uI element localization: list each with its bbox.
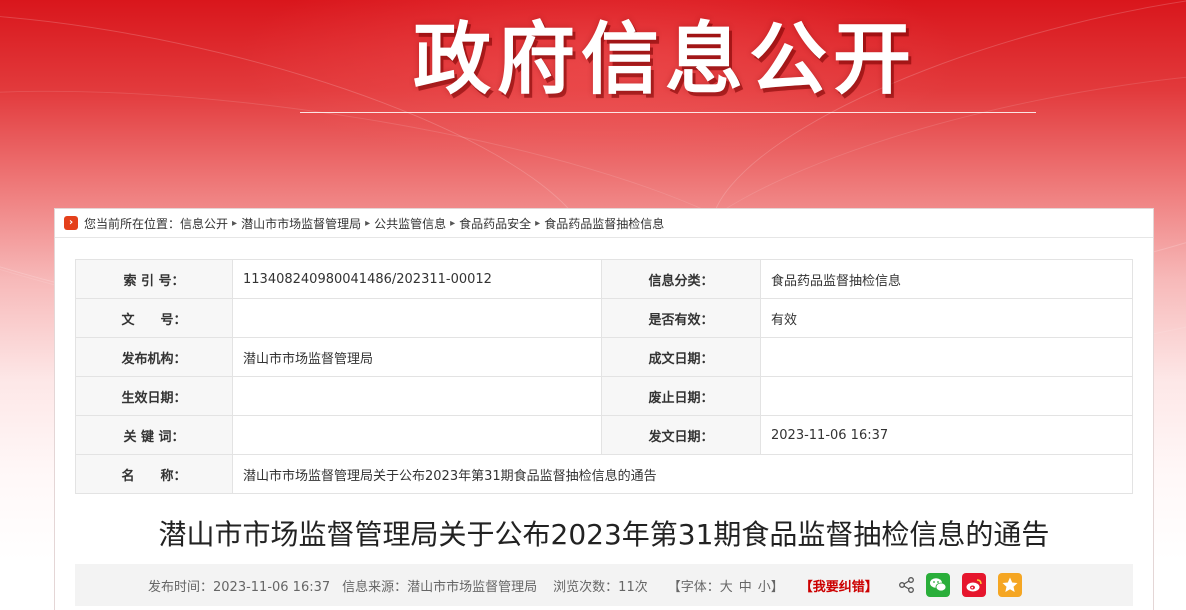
effective-date-value xyxy=(232,376,602,416)
breadcrumb-separator: ▸ xyxy=(365,217,371,229)
document-number-label: 文 号： xyxy=(75,298,233,338)
font-size-close: 】 xyxy=(770,579,784,595)
document-number-value xyxy=(232,298,602,338)
banner-divider xyxy=(300,112,1036,113)
breadcrumb-item-food-drug-safety[interactable]: 食品药品安全 xyxy=(459,215,531,232)
share-icon[interactable] xyxy=(898,576,916,594)
issue-date-value: 2023-11-06 16:37 xyxy=(760,415,1133,455)
breadcrumb-separator: ▸ xyxy=(450,217,456,229)
breadcrumb-item-public-supervision[interactable]: 公共监管信息 xyxy=(374,215,446,232)
table-row: 名 称： 潜山市市场监督管理局关于公布2023年第31期食品监督抽检信息的通告 xyxy=(75,454,1133,494)
publish-time: 发布时间：2023-11-06 16:37 xyxy=(148,579,331,595)
table-row: 索 引 号： 113408240980041486/202311-00012 信… xyxy=(75,259,1133,299)
breadcrumb-item-info-public[interactable]: 信息公开 xyxy=(180,215,228,232)
publisher-label: 发布机构： xyxy=(75,337,233,377)
validity-value: 有效 xyxy=(760,298,1133,338)
table-row: 关 键 词： 发文日期： 2023-11-06 16:37 xyxy=(75,415,1133,455)
breadcrumb-separator: ▸ xyxy=(232,217,238,229)
publisher-value: 潜山市市场监督管理局 xyxy=(232,337,602,377)
banner-title: 政府信息公开 xyxy=(412,15,917,105)
table-row: 文 号： 是否有效： 有效 xyxy=(75,298,1133,338)
font-size-large-button[interactable]: 大 xyxy=(720,576,733,595)
weibo-icon xyxy=(966,579,982,592)
wechat-icon xyxy=(929,578,947,592)
table-row: 发布机构： 潜山市市场监督管理局 成文日期： xyxy=(75,337,1133,377)
font-size-medium-button[interactable]: 中 xyxy=(739,576,752,595)
category-value: 食品药品监督抽检信息 xyxy=(760,259,1133,299)
wechat-share-button[interactable] xyxy=(925,573,950,597)
breadcrumb-prefix: 您当前所在位置： xyxy=(84,216,181,231)
expiry-date-value xyxy=(760,376,1133,416)
validity-label: 是否有效： xyxy=(601,298,761,338)
breadcrumb-item-bureau[interactable]: 潜山市市场监督管理局 xyxy=(241,215,361,232)
qzone-share-button[interactable] xyxy=(997,573,1022,597)
name-label: 名 称： xyxy=(75,454,233,494)
article-title: 潜山市市场监督管理局关于公布2023年第31期食品监督抽检信息的通告 xyxy=(158,518,1050,551)
breadcrumb: › 您当前所在位置： 信息公开 ▸ 潜山市市场监督管理局 ▸ 公共监管信息 ▸ … xyxy=(55,209,1153,238)
qzone-icon xyxy=(1002,577,1018,592)
name-value: 潜山市市场监督管理局关于公布2023年第31期食品监督抽检信息的通告 xyxy=(232,454,1133,494)
written-date-label: 成文日期： xyxy=(601,337,761,377)
breadcrumb-item-inspection-info[interactable]: 食品药品监督抽检信息 xyxy=(544,215,664,232)
font-size-open: 【字体： xyxy=(667,579,720,595)
breadcrumb-separator: ▸ xyxy=(535,217,541,229)
chevron-right-icon: › xyxy=(64,216,78,230)
article-meta-bar: 发布时间：2023-11-06 16:37 信息来源：潜山市市场监督管理局 浏览… xyxy=(75,564,1133,606)
weibo-share-button[interactable] xyxy=(961,573,986,597)
info-metadata-table: 索 引 号： 113408240980041486/202311-00012 信… xyxy=(75,259,1133,494)
issue-date-label: 发文日期： xyxy=(601,415,761,455)
keywords-value xyxy=(232,415,602,455)
written-date-value xyxy=(760,337,1133,377)
content-panel: › 您当前所在位置： 信息公开 ▸ 潜山市市场监督管理局 ▸ 公共监管信息 ▸ … xyxy=(54,208,1154,610)
expiry-date-label: 废止日期： xyxy=(601,376,761,416)
view-count: 浏览次数：11次 xyxy=(553,579,648,595)
index-number-value: 113408240980041486/202311-00012 xyxy=(232,259,602,299)
effective-date-label: 生效日期： xyxy=(75,376,233,416)
info-source: 信息来源：潜山市市场监督管理局 xyxy=(342,579,538,595)
index-number-label: 索 引 号： xyxy=(75,259,233,299)
keywords-label: 关 键 词： xyxy=(75,415,233,455)
font-size-small-button[interactable]: 小 xyxy=(758,576,771,595)
category-label: 信息分类： xyxy=(601,259,761,299)
table-row: 生效日期： 废止日期： xyxy=(75,376,1133,416)
report-error-button[interactable]: 【我要纠错】 xyxy=(800,576,878,595)
